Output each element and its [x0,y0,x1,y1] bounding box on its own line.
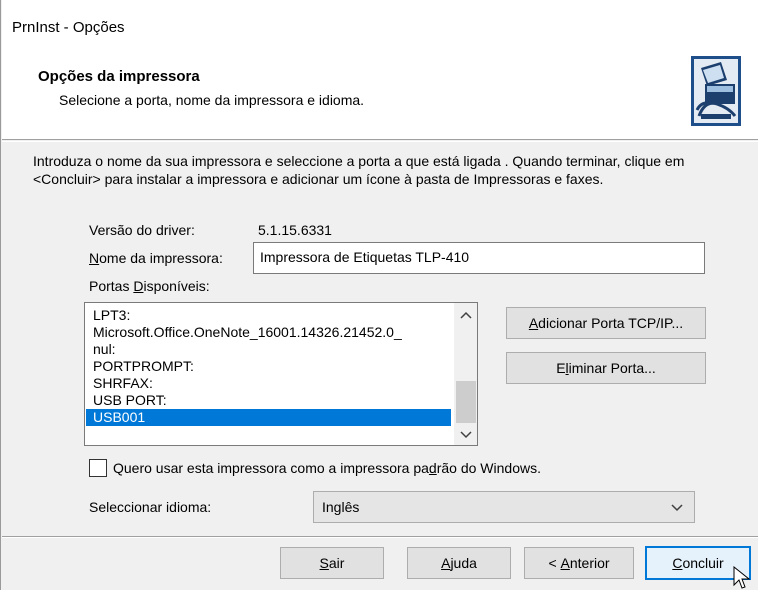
header-subtitle: Selecione a porta, nome da impressora e … [59,92,365,108]
remove-port-button[interactable]: El iminar Porta... [506,352,706,384]
list-item-selected[interactable]: USB001 [86,409,451,426]
intro-text: Introduza o nome da sua impressora e sel… [33,153,685,187]
printer-icon [691,56,741,126]
help-button[interactable]: Ajuda [407,547,511,579]
header-title: Opções da impressora [38,68,200,85]
language-selected-value: Inglês [322,499,360,515]
list-item[interactable]: LPT3: [93,307,130,324]
printer-name-input[interactable]: Impressora de Etiquetas TLP-410 [253,242,705,274]
driver-version-value: 5.1.15.6331 [258,222,332,238]
language-select[interactable]: Inglês [313,491,695,523]
default-printer-checkbox[interactable] [89,459,107,477]
ports-listbox[interactable]: LPT3: Microsoft.Office.OneNote_16001.143… [84,302,478,446]
header-divider [2,141,758,142]
wizard-header: Opções da impressora Selecione a porta, … [2,48,758,140]
ports-scrollbar[interactable] [454,303,477,445]
list-item[interactable]: nul: [93,341,116,358]
list-item[interactable]: Microsoft.Office.OneNote_16001.14326.214… [93,324,402,341]
back-button[interactable]: < Anterior [524,547,634,579]
chevron-down-icon [671,504,683,512]
title-bar[interactable]: PrnInst - Opções [2,0,758,48]
add-tcpip-port-button[interactable]: Adicionar Porta TCP/IP... [506,307,706,339]
mouse-pointer-icon [733,566,751,589]
scroll-thumb[interactable] [456,381,476,423]
driver-version-label: Versão do driver: [89,222,195,238]
printer-name-label: Nome da impressora: [89,250,223,266]
list-item[interactable]: PORTPROMPT: [93,358,194,375]
window-title: PrnInst - Opções [12,19,125,36]
scroll-down-icon[interactable] [454,425,477,445]
scroll-up-icon[interactable] [454,305,477,325]
available-ports-label: Portas Disponíveis: [89,278,210,294]
list-item[interactable]: USB PORT: [93,392,167,409]
default-printer-label[interactable]: Quero usar esta impressora como a impres… [113,460,541,476]
language-label: Seleccionar idioma: [89,499,212,515]
list-item[interactable]: SHRFAX: [93,375,153,392]
footer-divider-highlight [2,537,758,538]
exit-button[interactable]: Sair [280,547,384,579]
options-dialog: PrnInst - Opções Opções da impressora Se… [0,0,758,590]
